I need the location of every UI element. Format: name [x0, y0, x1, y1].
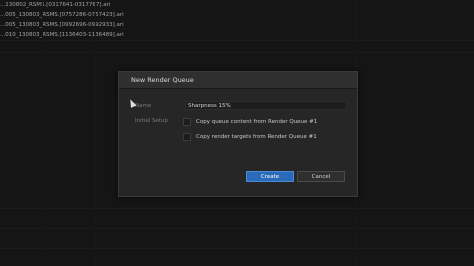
initial-setup-label: Initial Setup: [135, 118, 168, 124]
copy-queue-label[interactable]: Copy queue content from Render Queue #1: [196, 119, 317, 125]
copy-queue-checkbox[interactable]: [183, 118, 191, 126]
copy-targets-checkbox[interactable]: [183, 133, 191, 141]
name-label: Name: [135, 103, 152, 109]
create-button[interactable]: Create: [246, 171, 294, 182]
name-input[interactable]: Sharpness 15%: [185, 101, 347, 110]
new-render-queue-dialog: New Render Queue Name Sharpness 15% Init…: [118, 71, 358, 197]
copy-targets-label[interactable]: Copy render targets from Render Queue #1: [196, 134, 317, 140]
cancel-button[interactable]: Cancel: [297, 171, 345, 182]
dialog-title: New Render Queue: [119, 72, 357, 89]
